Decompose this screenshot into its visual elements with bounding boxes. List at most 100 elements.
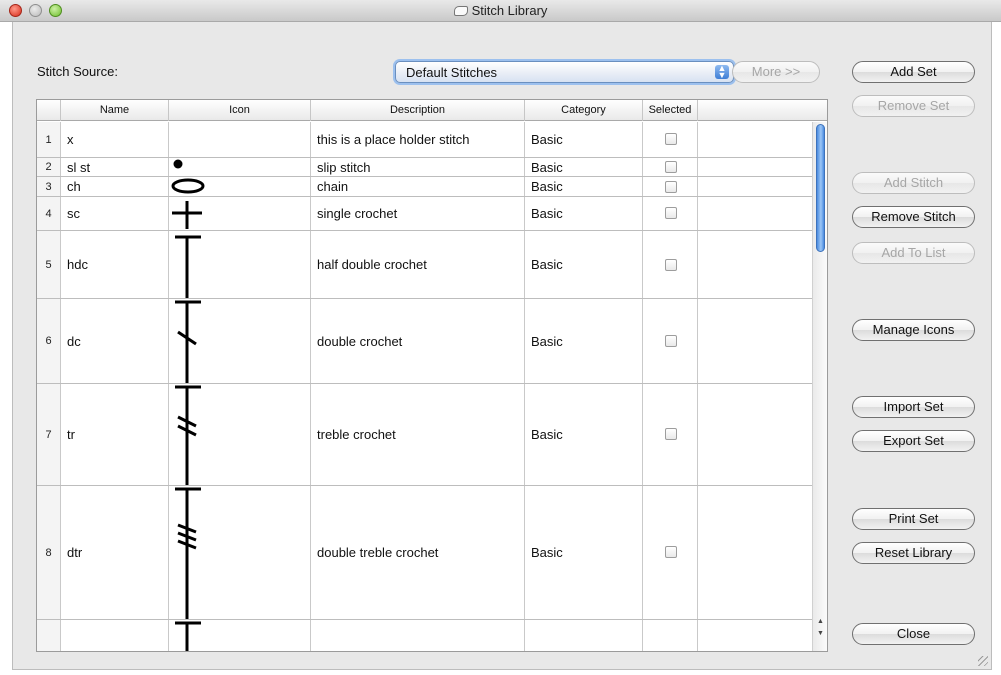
stitch-description: double crochet [311,299,525,383]
stitch-name: ch [61,177,169,196]
remove-stitch-button[interactable]: Remove Stitch [852,206,975,228]
selected-cell [643,197,698,230]
stitch-category: Basic [525,299,643,383]
table-row[interactable]: 6 dc double crochet Basic [37,299,812,384]
double-treble-crochet-icon [169,486,311,619]
stitch-name: x [61,122,169,157]
stitch-name: dc [61,299,169,383]
row-number: 3 [37,177,61,196]
selected-cell [643,384,698,485]
selected-cell [643,231,698,298]
import-set-button[interactable]: Import Set [852,396,975,418]
window-title-group: Stitch Library [0,3,1001,18]
half-double-crochet-icon [169,231,311,298]
table-header: Name Icon Description Category Selected [37,100,827,121]
selected-checkbox[interactable] [665,161,677,173]
more-button[interactable]: More >> [732,61,820,83]
selected-cell [643,486,698,619]
table-row[interactable]: 2 sl st slip stitch Basic [37,158,812,177]
row-number: 7 [37,384,61,485]
selected-checkbox[interactable] [665,335,677,347]
select-arrows-icon: ▲ ▼ [715,64,729,80]
table-row[interactable]: 1 x this is a place holder stitch Basic [37,122,812,158]
stitch-source-select[interactable]: Default Stitches ▲ ▼ [395,61,734,83]
column-header-name[interactable]: Name [61,100,169,121]
double-crochet-icon [169,299,311,383]
single-crochet-cross-icon [169,197,311,230]
export-set-button[interactable]: Export Set [852,430,975,452]
row-number: 6 [37,299,61,383]
selected-cell [643,177,698,196]
vertical-scrollbar[interactable]: ▲ ▼ [812,122,827,651]
stitch-name: dtr [61,486,169,619]
row-number: 4 [37,197,61,230]
treble-crochet-icon [169,384,311,485]
stitch-category: Basic [525,158,643,176]
manage-icons-button[interactable]: Manage Icons [852,319,975,341]
stitch-category: Basic [525,486,643,619]
stitch-name: sc [61,197,169,230]
close-button[interactable]: Close [852,623,975,645]
chain-oval-icon [169,177,311,196]
stitch-category [525,620,643,651]
column-header-category[interactable]: Category [525,100,643,121]
stitch-table: Name Icon Description Category Selected … [36,99,828,652]
print-set-button[interactable]: Print Set [852,508,975,530]
stitch-category: Basic [525,122,643,157]
stitch-category: Basic [525,197,643,230]
scroll-down-icon[interactable]: ▼ [816,630,825,637]
add-set-button[interactable]: Add Set [852,61,975,83]
stitch-name: hdc [61,231,169,298]
selected-checkbox[interactable] [665,207,677,219]
stitch-library-window: Stitch Library Stitch Source: Default St… [0,0,1001,675]
reset-library-button[interactable]: Reset Library [852,542,975,564]
resize-grip-icon[interactable] [978,656,988,666]
table-row[interactable]: 8 dtr double treble crochet Basic [37,486,812,620]
row-number: 1 [37,122,61,157]
row-number: 2 [37,158,61,176]
column-header-description[interactable]: Description [311,100,525,121]
add-stitch-button[interactable]: Add Stitch [852,172,975,194]
stitch-description [311,620,525,651]
row-number-header [37,100,61,121]
selected-checkbox[interactable] [665,428,677,440]
table-row[interactable]: 7 tr treble crochet Basic [37,384,812,486]
stitch-category: Basic [525,177,643,196]
selected-checkbox[interactable] [665,181,677,193]
row-number: 8 [37,486,61,619]
stitch-description: double treble crochet [311,486,525,619]
stitch-description: treble crochet [311,384,525,485]
selected-cell [643,299,698,383]
selected-checkbox[interactable] [665,546,677,558]
selected-cell [643,122,698,157]
selected-cell [643,620,698,651]
column-header-selected[interactable]: Selected [643,100,698,121]
row-number: 5 [37,231,61,298]
remove-set-button[interactable]: Remove Set [852,95,975,117]
column-header-icon[interactable]: Icon [169,100,311,121]
stitch-description: single crochet [311,197,525,230]
scroll-up-icon[interactable]: ▲ [816,618,825,625]
table-row[interactable]: 4 sc single crochet Basic [37,197,812,231]
scrollbar-thumb[interactable] [816,124,825,252]
stitch-description: this is a place holder stitch [311,122,525,157]
table-row[interactable]: 5 hdc half double crochet Basic [37,231,812,299]
selected-checkbox[interactable] [665,133,677,145]
stitch-description: chain [311,177,525,196]
window-title: Stitch Library [471,3,548,18]
stitch-category: Basic [525,231,643,298]
partial-stitch-icon [169,620,311,651]
selected-checkbox[interactable] [665,259,677,271]
stitch-name [61,620,169,651]
slip-stitch-dot-icon [169,158,311,176]
stitch-source-label: Stitch Source: [37,64,118,79]
stitch-description: slip stitch [311,158,525,176]
stitch-source-value: Default Stitches [406,65,498,80]
stitch-name: tr [61,384,169,485]
title-bar: Stitch Library [0,0,1001,22]
stitch-icon-cell [169,122,311,157]
table-row[interactable] [37,620,812,651]
app-icon [453,6,468,16]
table-row[interactable]: 3 ch chain Basic [37,177,812,197]
add-to-list-button[interactable]: Add To List [852,242,975,264]
